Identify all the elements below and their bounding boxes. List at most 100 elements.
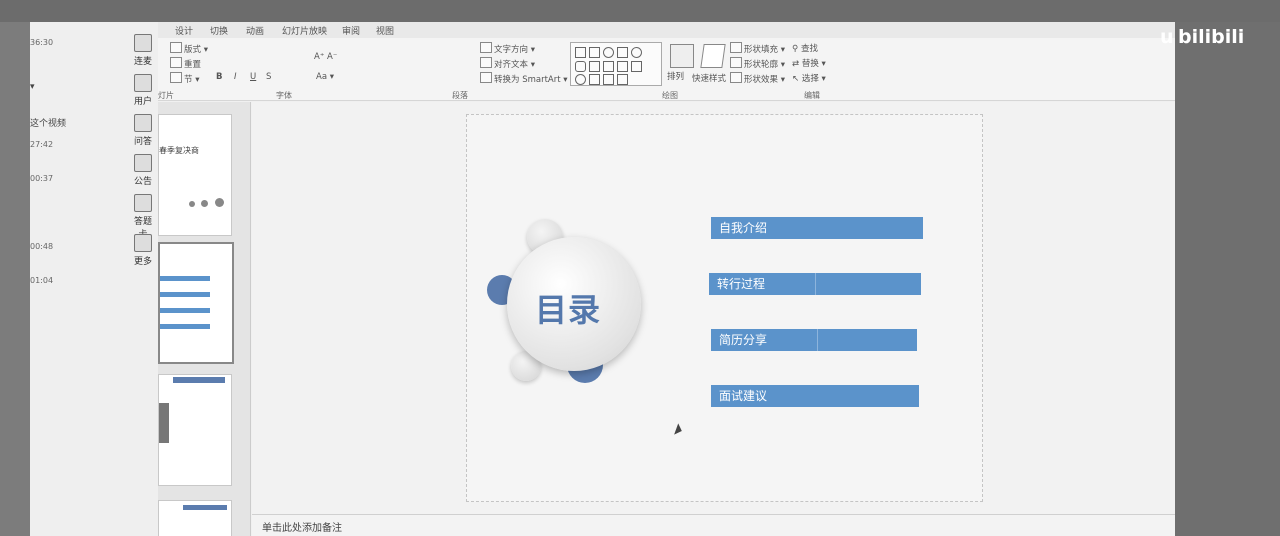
tab-design[interactable]: 设计 (175, 24, 193, 37)
underline-button[interactable]: U (250, 72, 256, 82)
replace-button[interactable]: ⇄ 替换 ▾ (792, 57, 826, 69)
find-label: 查找 (800, 44, 818, 54)
rectangle-shape-icon[interactable] (575, 47, 586, 58)
arrow-shape-icon[interactable] (617, 61, 628, 72)
smartart-label: 转换为 SmartArt (494, 75, 561, 85)
star-shape-icon[interactable] (603, 74, 614, 85)
oval-shape-icon[interactable] (603, 47, 614, 58)
thumb-bar (160, 308, 210, 313)
connector-shape-icon[interactable] (603, 61, 614, 72)
shape-fill-label: 形状填充 (744, 45, 779, 55)
group-label-font: 字体 (276, 91, 292, 100)
tab-animations[interactable]: 动画 (246, 24, 264, 37)
select-button[interactable]: ↖ 选择 ▾ (792, 72, 826, 84)
bold-button[interactable]: B (216, 72, 222, 82)
toc-item[interactable]: 简历分享 (711, 329, 917, 351)
shadow-button[interactable]: S (266, 72, 271, 82)
toc-item[interactable]: 面试建议 (711, 385, 919, 407)
toc-item-label: 转行过程 (717, 277, 766, 291)
align-text-label: 对齐文本 (494, 60, 529, 70)
thumb-bar (160, 292, 210, 297)
left-overlay (0, 22, 30, 536)
mic-icon (134, 34, 152, 52)
text-direction-button[interactable]: 文字方向 ▾ (480, 42, 535, 55)
divider (817, 329, 818, 351)
slide-thumbnail[interactable]: 春季复决商 (158, 114, 232, 236)
align-text-button[interactable]: 对齐文本 ▾ (480, 57, 535, 70)
textbox-shape-icon[interactable] (589, 47, 600, 58)
bracket-shape-icon[interactable] (589, 74, 600, 85)
slide-thumbnails: 春季复决商 (158, 102, 378, 536)
timestamp: 00:37 (30, 174, 54, 183)
ribbon-tabs: 设计 切换 动画 幻灯片放映 审阅 视图 (30, 22, 1175, 38)
qa-button[interactable]: 问答 (130, 114, 156, 147)
notes-pane[interactable]: 单击此处添加备注 (252, 514, 1175, 536)
dot-icon (215, 198, 224, 207)
binoculars-icon: ⚲ (792, 44, 799, 54)
users-button[interactable]: 用户 (130, 74, 156, 107)
slide-thumbnail-selected[interactable] (158, 242, 234, 364)
line-shape-icon[interactable] (617, 47, 628, 58)
thumb-bar (173, 377, 225, 383)
watermark-faint (1030, 28, 1160, 42)
presentation-app: 设计 切换 动画 幻灯片放映 审阅 视图 版式 ▾ 重置 节 ▾ B I U S… (30, 22, 1175, 536)
arrange-button[interactable]: 排列 (667, 70, 684, 82)
ribbon: 版式 ▾ 重置 节 ▾ B I U S Aa ▾ A⁺ A⁻ 文字方向 ▾ 对齐… (30, 38, 1175, 101)
slide-canvas[interactable]: 目录 自我介绍 转行过程 简历分享 面试建议 (466, 114, 983, 502)
more-button[interactable]: 更多 (130, 234, 156, 267)
tab-transitions[interactable]: 切换 (210, 24, 228, 37)
layout-icon (170, 42, 182, 53)
pie-shape-icon[interactable] (575, 74, 586, 85)
reset-icon (170, 57, 182, 68)
thumb-block (159, 403, 169, 443)
user-icon (134, 74, 152, 92)
smartart-button[interactable]: 转换为 SmartArt ▾ (480, 72, 568, 85)
section-label: 节 (184, 75, 193, 85)
slide-thumbnail[interactable] (158, 374, 232, 486)
timestamp: 00:48 (30, 242, 54, 251)
shape-outline-button[interactable]: 形状轮廓 ▾ (730, 57, 785, 70)
tab-review[interactable]: 审阅 (342, 24, 360, 37)
reset-button[interactable]: 重置 (170, 57, 201, 70)
toc-item-label: 自我介绍 (719, 221, 768, 235)
smartart-icon (480, 72, 492, 83)
bilibili-logo: bilibili (1178, 26, 1245, 48)
thumb-bar (160, 276, 210, 281)
italic-button[interactable]: I (234, 72, 237, 82)
quick-styles-icon (700, 44, 726, 68)
shape-effects-button[interactable]: 形状效果 ▾ (730, 72, 785, 85)
arrange-icon (670, 44, 694, 68)
quick-styles-button[interactable]: 快速样式 (692, 72, 726, 84)
section-icon (170, 72, 182, 83)
circle-shape-icon[interactable] (631, 47, 642, 58)
toc-item[interactable]: 自我介绍 (711, 217, 923, 239)
shape-fill-button[interactable]: 形状填充 ▾ (730, 42, 785, 55)
top-strip (0, 0, 1280, 22)
toc-item[interactable]: 转行过程 (709, 273, 921, 295)
live-side-panel: 36:30 ▾ 这个视频 27:42 00:37 00:48 01:04 连麦 … (30, 22, 158, 536)
dropdown-marker: ▾ (30, 82, 35, 92)
shape-effects-label: 形状效果 (744, 75, 779, 85)
tab-view[interactable]: 视图 (376, 24, 394, 37)
section-button[interactable]: 节 ▾ (170, 72, 199, 85)
announcement-button[interactable]: 公告 (130, 154, 156, 187)
shape-gallery[interactable] (570, 42, 662, 86)
rounded-rect-shape-icon[interactable] (575, 61, 586, 72)
notes-placeholder: 单击此处添加备注 (262, 523, 342, 534)
replace-icon: ⇄ (792, 59, 800, 69)
group-label-drawing: 绘图 (662, 91, 678, 100)
replace-label: 替换 (801, 59, 819, 69)
layout-button[interactable]: 版式 ▾ (170, 42, 208, 55)
font-size-button[interactable]: Aa ▾ (316, 72, 334, 82)
curve-shape-icon[interactable] (631, 61, 642, 72)
grow-font-button[interactable]: A⁺ A⁻ (314, 52, 337, 62)
slide-thumbnail[interactable] (158, 500, 232, 536)
toc-item-label: 面试建议 (719, 389, 768, 403)
tab-slideshow[interactable]: 幻灯片放映 (282, 24, 327, 37)
callout-shape-icon[interactable] (617, 74, 628, 85)
connect-mic-button[interactable]: 连麦 (130, 34, 156, 67)
select-arrow-icon: ↖ (792, 74, 800, 84)
find-button[interactable]: ⚲ 查找 (792, 42, 818, 54)
select-label: 选择 (801, 74, 819, 84)
triangle-shape-icon[interactable] (589, 61, 600, 72)
